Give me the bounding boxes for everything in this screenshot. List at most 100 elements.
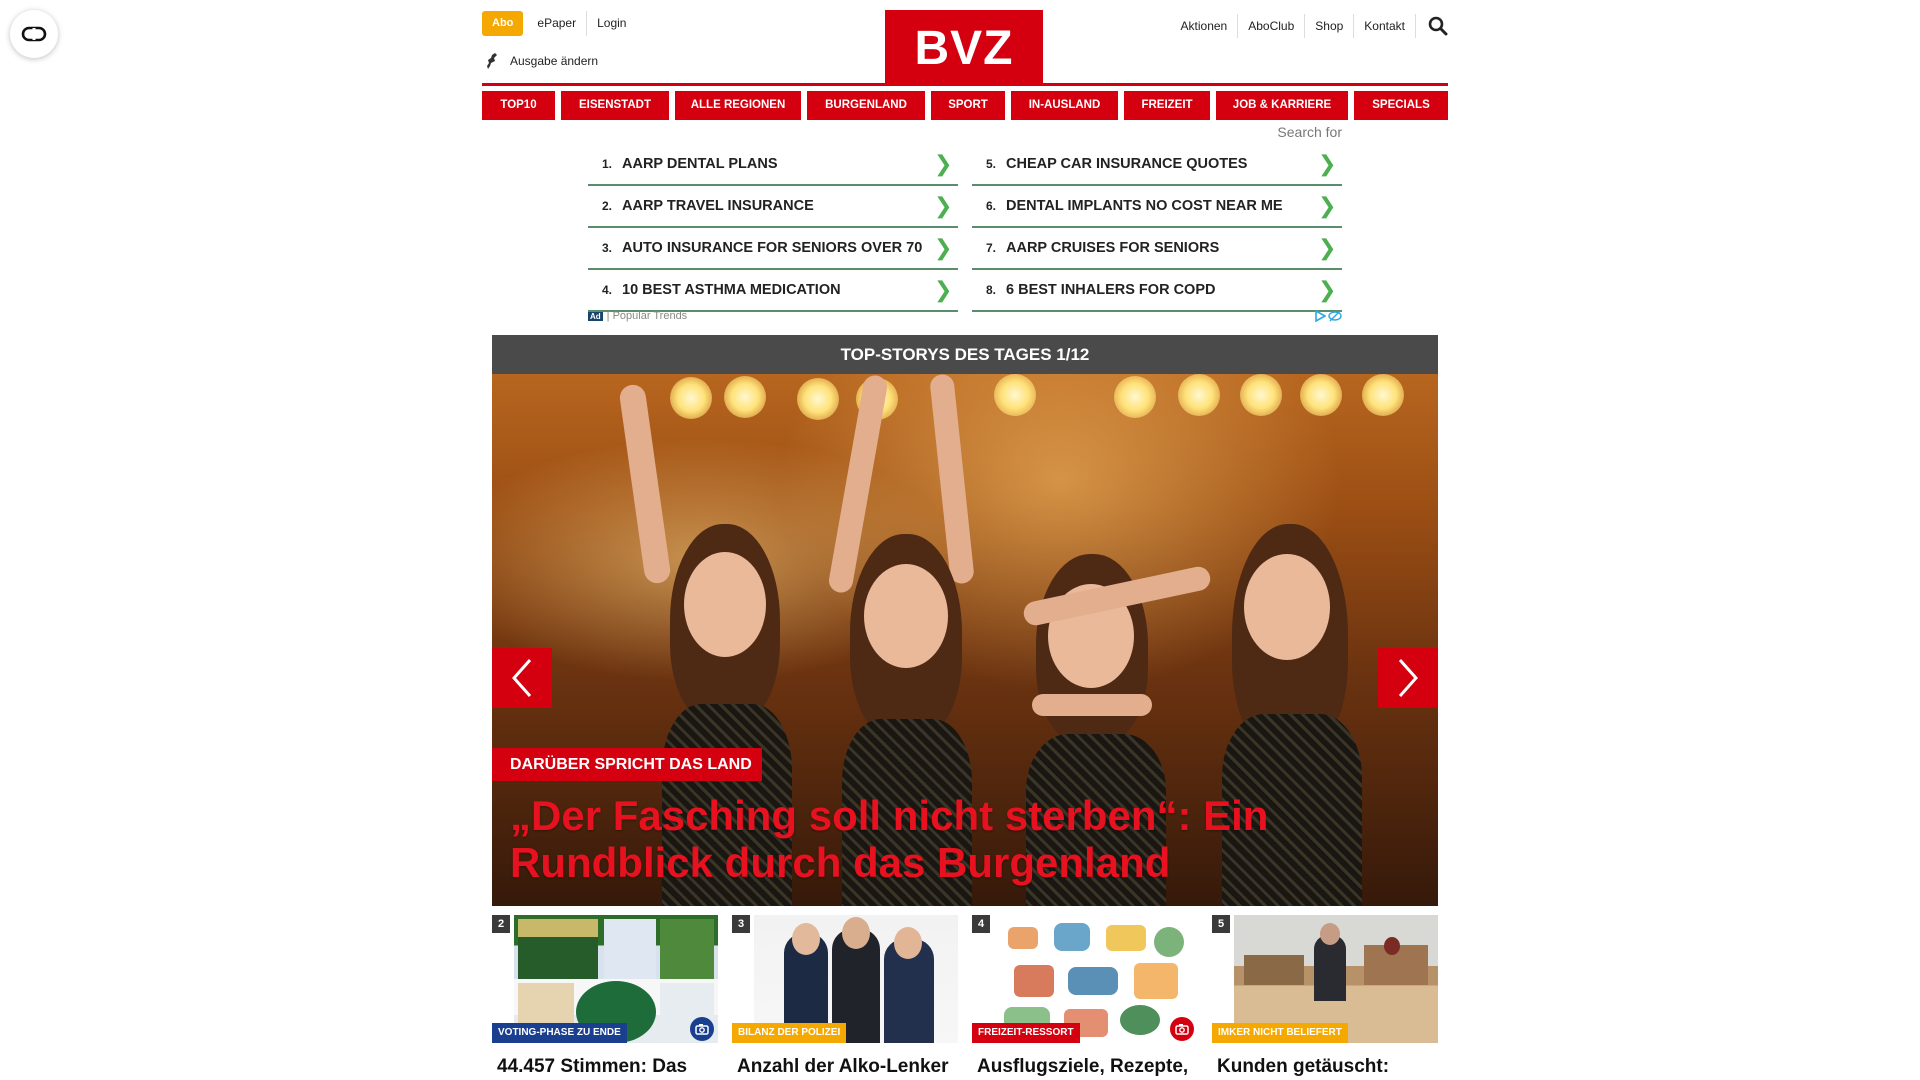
nav-item-burgenland[interactable]: BURGENLAND xyxy=(807,91,925,120)
teaser-card[interactable]: 5 IMKER NICHT BELIEFERT Kunden getäuscht… xyxy=(1212,915,1438,1080)
ad-link-number: 6. xyxy=(985,199,996,213)
chevron-left-icon xyxy=(511,659,532,697)
ad-link[interactable]: 8. 6 BEST INHALERS FOR COPD ❯ xyxy=(972,270,1342,312)
epaper-link[interactable]: ePaper xyxy=(527,11,588,36)
search-icon xyxy=(1428,16,1448,36)
teaser-category-label: VOTING-PHASE ZU ENDE xyxy=(492,1023,627,1043)
ad-link[interactable]: 6. DENTAL IMPLANTS NO COST NEAR ME ❯ xyxy=(972,186,1342,228)
chevron-right-icon xyxy=(1398,659,1419,697)
lamp-decor xyxy=(1300,374,1342,416)
teaser-card[interactable]: 2 VOTING-PHASE ZU ENDE 44.457 Stimmen: D… xyxy=(492,915,718,1080)
ad-link-text: AUTO INSURANCE FOR SENIORS OVER 70 xyxy=(622,240,923,256)
chevron-right-icon: ❯ xyxy=(934,151,953,176)
search-button[interactable] xyxy=(1416,14,1448,38)
site-header: Abo ePaper Login Ausgabe ändern BVZ Akti… xyxy=(482,0,1448,86)
chevron-right-icon: ❯ xyxy=(1318,277,1337,302)
ad-link-text: AARP DENTAL PLANS xyxy=(622,156,778,172)
teaser-number: 4 xyxy=(972,915,990,933)
chevron-right-icon: ❯ xyxy=(934,277,953,302)
lamp-decor xyxy=(724,376,766,418)
nav-item-freizeit[interactable]: FREIZEIT xyxy=(1124,91,1210,120)
kontakt-link[interactable]: Kontakt xyxy=(1354,14,1416,38)
ad-choices-icon xyxy=(1315,310,1326,322)
chevron-right-icon: ❯ xyxy=(934,193,953,218)
teaser-headline[interactable]: Ausflugsziele, Rezepte, Gesundheitstipps… xyxy=(972,1055,1198,1080)
ad-column-left: 1. AARP DENTAL PLANS ❯ 2. AARP TRAVEL IN… xyxy=(588,144,958,312)
lamp-decor xyxy=(1362,374,1404,416)
nav-item-eisenstadt[interactable]: EISENSTADT xyxy=(561,91,669,120)
hero-headline[interactable]: „Der Fasching soll nicht sterben“: Ein R… xyxy=(510,792,1410,886)
teaser-headline[interactable]: Anzahl der Alko-Lenker stieg im vergange… xyxy=(732,1055,958,1080)
gallery-badge xyxy=(1170,1017,1194,1041)
camera-icon xyxy=(1175,1024,1189,1035)
ad-link[interactable]: 4. 10 BEST ASTHMA MEDICATION ❯ xyxy=(588,270,958,312)
edition-switch[interactable]: Ausgabe ändern xyxy=(486,52,598,70)
teaser-category-label: IMKER NICHT BELIEFERT xyxy=(1212,1023,1348,1043)
teaser-number: 5 xyxy=(1212,915,1230,933)
camera-icon xyxy=(695,1024,709,1035)
shop-link[interactable]: Shop xyxy=(1305,14,1355,38)
ad-link-number: 7. xyxy=(985,241,996,255)
ad-link-number: 8. xyxy=(985,283,996,297)
ad-link[interactable]: 5. CHEAP CAR INSURANCE QUOTES ❯ xyxy=(972,144,1342,186)
bvz-logo[interactable]: BVZ xyxy=(885,10,1043,84)
aboclub-link[interactable]: AboClub xyxy=(1238,14,1306,38)
header-left-links: Abo ePaper Login xyxy=(482,11,636,36)
teaser-number: 3 xyxy=(732,915,750,933)
nav-item-sport[interactable]: SPORT xyxy=(931,91,1005,120)
teaser-category-label: FREIZEIT-RESSORT xyxy=(972,1023,1080,1043)
abo-button[interactable]: Abo xyxy=(482,11,524,36)
chevron-right-icon: ❯ xyxy=(1318,235,1337,260)
teaser-headline[interactable]: 44.457 Stimmen: Das sind die Sieger der xyxy=(492,1055,718,1080)
ad-link-number: 3. xyxy=(601,241,612,255)
edition-label: Ausgabe ändern xyxy=(510,54,599,68)
header-right-links: Aktionen AboClub Shop Kontakt xyxy=(1171,14,1448,38)
page-container: Abo ePaper Login Ausgabe ändern BVZ Akti… xyxy=(482,0,1448,1080)
accessibility-icon xyxy=(21,26,47,42)
top-stories-title: TOP-STORYS DES TAGES 1/12 xyxy=(492,335,1438,374)
ad-link-number: 1. xyxy=(601,157,612,171)
ad-link-text: AARP TRAVEL INSURANCE xyxy=(622,198,814,214)
accessibility-toggle-button[interactable] xyxy=(10,10,58,58)
nav-item-job-karriere[interactable]: JOB & KARRIERE xyxy=(1216,91,1348,120)
ad-link-number: 2. xyxy=(601,199,612,213)
carousel-prev-button[interactable] xyxy=(492,648,552,708)
ad-link[interactable]: 7. AARP CRUISES FOR SENIORS ❯ xyxy=(972,228,1342,270)
chevron-right-icon: ❯ xyxy=(934,235,953,260)
sponsored-search-ad: Search for 1. AARP DENTAL PLANS ❯ 2. AAR… xyxy=(588,122,1342,328)
ad-column-right: 5. CHEAP CAR INSURANCE QUOTES ❯ 6. DENTA… xyxy=(972,144,1342,312)
hide-ad-eye-icon xyxy=(1328,310,1342,322)
teaser-card[interactable]: 4 FREIZEIT-RESSORT Ausflugsziele, Rezept… xyxy=(972,915,1198,1080)
ad-badge: Ad xyxy=(588,311,603,321)
ad-link-text: 10 BEST ASTHMA MEDICATION xyxy=(622,282,841,298)
ad-link[interactable]: 2. AARP TRAVEL INSURANCE ❯ xyxy=(588,186,958,228)
top-stories-carousel: TOP-STORYS DES TAGES 1/12 DARÜBER SPRICH… xyxy=(492,335,1438,906)
nav-item-specials[interactable]: SPECIALS xyxy=(1354,91,1448,120)
teaser-headline[interactable]: Kunden getäuscht: Unternehmer verurteilt xyxy=(1212,1055,1438,1080)
nav-item-top10[interactable]: TOP10 xyxy=(482,91,555,120)
hero-story[interactable]: DARÜBER SPRICHT DAS LAND „Der Fasching s… xyxy=(492,374,1438,906)
lamp-decor xyxy=(670,377,712,419)
ad-link[interactable]: 3. AUTO INSURANCE FOR SENIORS OVER 70 ❯ xyxy=(588,228,958,270)
ad-footer: Ad | Popular Trends xyxy=(588,310,687,322)
teaser-number: 2 xyxy=(492,915,510,933)
ad-link-text: CHEAP CAR INSURANCE QUOTES xyxy=(1006,156,1248,172)
carousel-next-button[interactable] xyxy=(1378,648,1438,708)
ad-search-for-label: Search for xyxy=(1277,124,1342,140)
login-link[interactable]: Login xyxy=(587,11,636,36)
nav-item-in-ausland[interactable]: IN-AUSLAND xyxy=(1011,91,1118,120)
aktionen-link[interactable]: Aktionen xyxy=(1171,14,1239,38)
burgenland-map-icon xyxy=(487,53,497,69)
ad-link[interactable]: 1. AARP DENTAL PLANS ❯ xyxy=(588,144,958,186)
main-nav: TOP10 EISENSTADT ALLE REGIONEN BURGENLAN… xyxy=(482,91,1448,120)
ad-choices-button[interactable] xyxy=(1314,310,1342,322)
teaser-card[interactable]: 3 BILANZ DER POLIZEI Anzahl der Alko-Len… xyxy=(732,915,958,1080)
ad-link-number: 4. xyxy=(601,283,612,297)
gallery-badge xyxy=(690,1017,714,1041)
ad-link-text: 6 BEST INHALERS FOR COPD xyxy=(1006,282,1216,298)
chevron-right-icon: ❯ xyxy=(1318,151,1337,176)
chevron-right-icon: ❯ xyxy=(1318,193,1337,218)
lamp-decor xyxy=(1240,374,1282,416)
nav-item-alle-regionen[interactable]: ALLE REGIONEN xyxy=(675,91,801,120)
lamp-decor xyxy=(994,374,1036,416)
